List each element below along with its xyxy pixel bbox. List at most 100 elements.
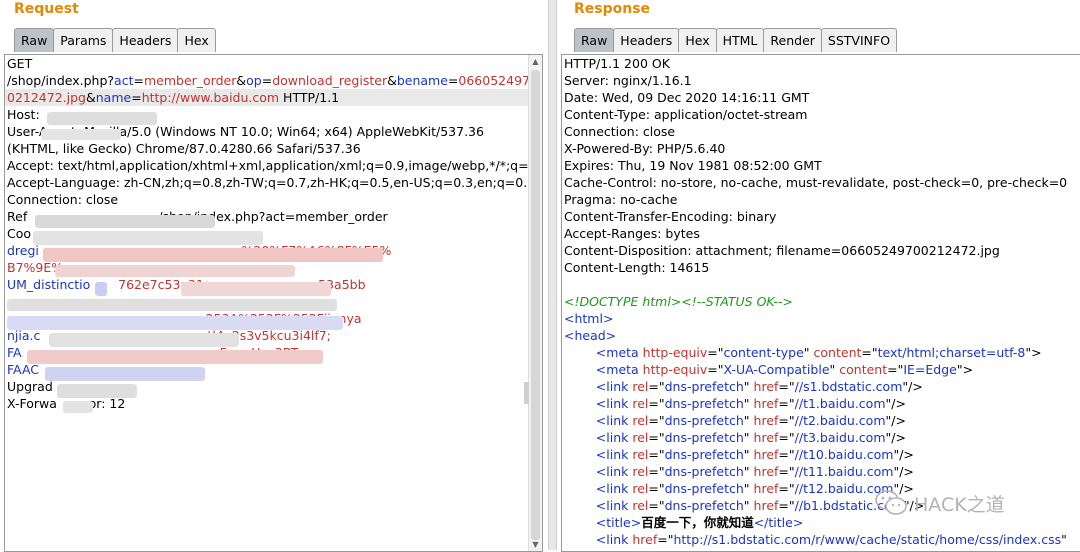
response-text-segment bbox=[564, 345, 596, 360]
response-text-segment: <link bbox=[595, 430, 633, 445]
response-line: <meta http-equiv="content-type" content=… bbox=[562, 344, 1080, 361]
request-text-segment: FAAC bbox=[7, 362, 40, 377]
response-line: Pragma: no-cache bbox=[562, 191, 1080, 208]
response-line: Content-Transfer-Encoding: binary bbox=[562, 208, 1080, 225]
response-text-segment: =" bbox=[778, 447, 795, 462]
request-text-segment: op bbox=[246, 73, 262, 88]
request-tab-raw[interactable]: Raw bbox=[14, 28, 55, 52]
response-line: <link rel="dns-prefetch" href="//t3.baid… bbox=[562, 429, 1080, 446]
request-line: Accept: text/html,application/xhtml+xml,… bbox=[5, 157, 542, 174]
request-text-segment: = bbox=[261, 73, 273, 88]
response-line: Server: nginx/1.16.1 bbox=[562, 72, 1080, 89]
response-line: Content-Disposition: attachment; filenam… bbox=[562, 242, 1080, 259]
response-text-segment: =" bbox=[648, 481, 665, 496]
request-text-segment: 0212472.jpg bbox=[7, 90, 86, 105]
scroll-up-arrow-icon[interactable]: ▲ bbox=[529, 55, 542, 68]
response-text-segment bbox=[564, 396, 596, 411]
response-text-segment: =" bbox=[778, 413, 795, 428]
request-text-segment: GET bbox=[7, 56, 33, 71]
response-text-segment: Cache-Control: no-store, no-cache, must-… bbox=[564, 175, 1068, 190]
response-text-segment bbox=[564, 464, 596, 479]
response-text-segment: =" bbox=[648, 498, 665, 513]
response-text-segment: =" bbox=[648, 447, 665, 462]
response-text-segment: dns-prefetch bbox=[664, 481, 744, 496]
response-text-segment: "> bbox=[956, 362, 974, 377]
response-text-segment: " bbox=[803, 345, 814, 360]
response-tab-html[interactable]: HTML bbox=[715, 28, 765, 52]
response-text-segment: IE=Edge bbox=[903, 362, 957, 377]
response-line: <meta http-equiv="X-UA-Compatible" conte… bbox=[562, 361, 1080, 378]
response-text-segment: href bbox=[753, 379, 779, 394]
response-text-segment: " bbox=[743, 430, 754, 445]
blur-mask bbox=[63, 401, 93, 413]
response-text-segment: <link bbox=[595, 379, 633, 394]
response-tab-headers[interactable]: Headers bbox=[613, 28, 680, 52]
scrollbar-thumb[interactable] bbox=[531, 70, 540, 540]
response-text-segment: http://s1.bdstatic.com/r/www/cache/stati… bbox=[673, 532, 1062, 547]
response-text-segment: Content-Transfer-Encoding: binary bbox=[564, 209, 777, 224]
response-line: <head> bbox=[562, 327, 1080, 344]
response-tab-hex[interactable]: Hex bbox=[678, 28, 717, 52]
response-tab-render[interactable]: Render bbox=[763, 28, 822, 52]
request-tab-headers[interactable]: Headers bbox=[112, 28, 179, 52]
response-text-segment: Date: Wed, 09 Dec 2020 14:16:11 GMT bbox=[564, 90, 810, 105]
response-editor[interactable]: HTTP/1.1 200 OK Server: nginx/1.16.1 Date:… bbox=[561, 54, 1080, 552]
request-text-segment: = bbox=[131, 90, 142, 105]
response-text-segment bbox=[564, 447, 596, 462]
panel-resize-handle[interactable] bbox=[524, 382, 529, 404]
response-text-segment: =" bbox=[648, 396, 665, 411]
request-text-segment: & bbox=[236, 73, 247, 88]
response-text-segment: <html> bbox=[564, 311, 614, 326]
scroll-down-arrow-icon[interactable]: ▼ bbox=[529, 538, 542, 551]
response-text-segment: <link bbox=[595, 396, 633, 411]
request-text-segment: http://www.baidu.com bbox=[141, 90, 280, 105]
response-text-segment bbox=[564, 362, 596, 377]
response-text-segment: <link bbox=[595, 481, 633, 496]
request-tabs: Raw Params Headers Hex bbox=[14, 28, 216, 52]
request-text-segment: = bbox=[447, 73, 459, 88]
response-text-segment: //t3.baidu.com bbox=[794, 430, 886, 445]
response-text-segment: <head> bbox=[564, 328, 617, 343]
response-line: <link rel="dns-prefetch" href="//t10.bai… bbox=[562, 446, 1080, 463]
blur-mask bbox=[35, 215, 215, 228]
response-text-segment bbox=[564, 379, 596, 394]
response-text-segment: <link bbox=[595, 464, 633, 479]
watermark-text: HACK之道 bbox=[914, 493, 1005, 516]
response-text-segment: =" bbox=[648, 379, 665, 394]
request-text-segment: njia.c bbox=[7, 328, 41, 343]
response-text-segment: =" bbox=[778, 498, 795, 513]
response-tab-raw[interactable]: Raw bbox=[574, 28, 615, 52]
response-text-segment: "/> bbox=[885, 413, 906, 428]
response-tabs: Raw Headers Hex HTML Render SSTVINFO bbox=[574, 28, 898, 52]
response-raw-text[interactable]: HTTP/1.1 200 OK Server: nginx/1.16.1 Date:… bbox=[562, 55, 1080, 548]
request-tab-params[interactable]: Params bbox=[53, 28, 114, 52]
response-text-segment bbox=[564, 532, 596, 547]
response-text-segment: //t1.baidu.com bbox=[794, 396, 886, 411]
response-text-segment: "> bbox=[1025, 345, 1042, 360]
response-text-segment: Pragma: no-cache bbox=[564, 192, 678, 207]
response-line: <link rel="dns-prefetch" href="//t1.baid… bbox=[562, 395, 1080, 412]
request-line: GET bbox=[5, 55, 542, 72]
response-text-segment: =" bbox=[648, 464, 665, 479]
response-text-segment: " bbox=[1061, 532, 1067, 547]
response-text-segment: rel bbox=[632, 498, 649, 513]
request-text-segment: Ref bbox=[7, 209, 28, 224]
request-text-segment: HTTP/1.1 bbox=[279, 90, 340, 105]
response-text-segment: "/> bbox=[893, 447, 914, 462]
response-text-segment bbox=[564, 515, 596, 530]
response-text-segment: dns-prefetch bbox=[664, 464, 744, 479]
blur-mask bbox=[27, 350, 323, 364]
response-text-segment: href bbox=[753, 481, 779, 496]
response-text-segment bbox=[564, 413, 596, 428]
request-text-segment: dregi bbox=[7, 243, 39, 258]
panel-splitter[interactable] bbox=[548, 0, 557, 550]
response-panel: Response Raw Headers Hex HTML Render SSTVINFO… bbox=[557, 0, 1080, 552]
request-scrollbar[interactable]: ▲ ▼ bbox=[528, 55, 542, 551]
blur-mask bbox=[41, 129, 121, 140]
blur-mask bbox=[7, 299, 337, 311]
response-tab-sstvinfo[interactable]: SSTVINFO bbox=[820, 28, 898, 52]
response-text-segment: <link bbox=[595, 498, 633, 513]
request-text-segment: Accept-Language: zh-CN,zh;q=0.8,zh-TW;q=… bbox=[7, 175, 536, 190]
request-editor[interactable]: GET/shop/index.php?act=member_order&op=d… bbox=[4, 54, 543, 552]
request-tab-hex[interactable]: Hex bbox=[177, 28, 216, 52]
